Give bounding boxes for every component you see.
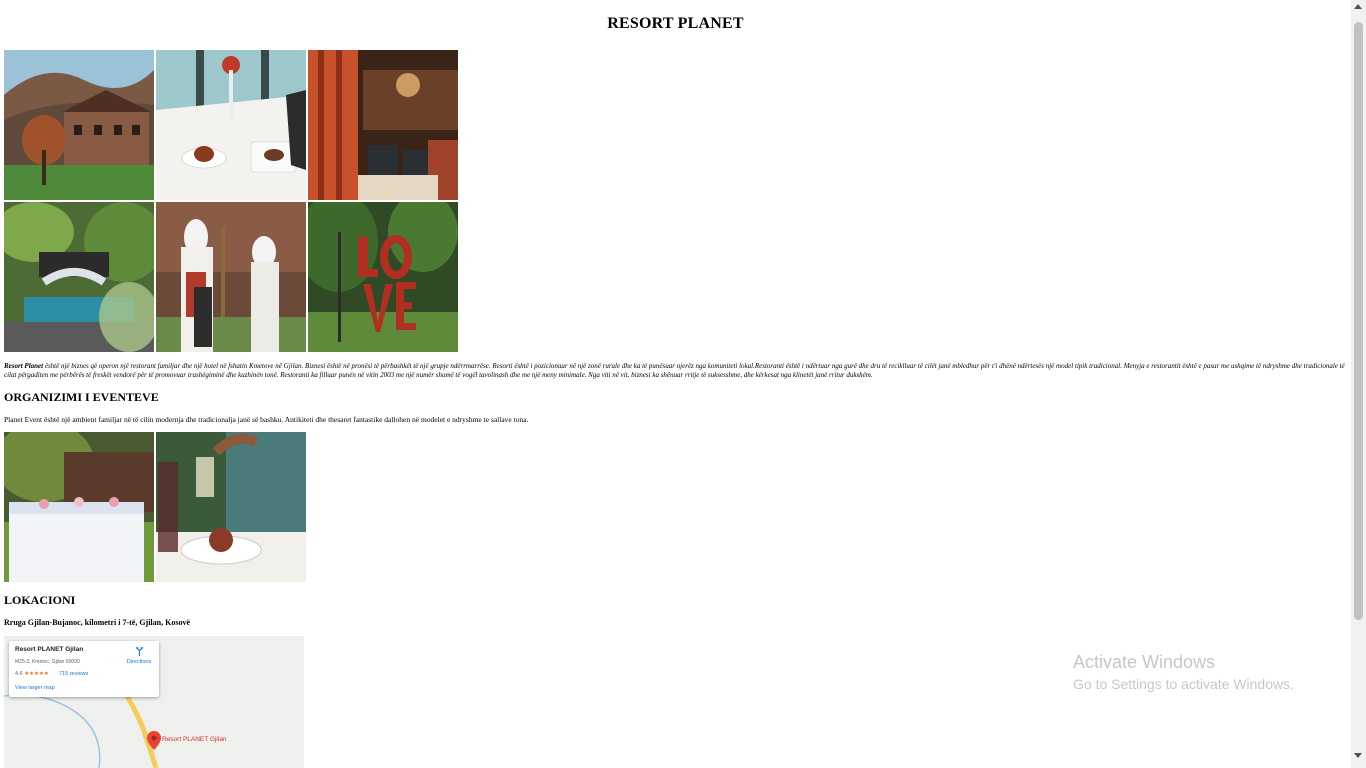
restaurant-interior-photo: [308, 50, 458, 200]
traditional-dress-photo: [156, 202, 306, 352]
resort-exterior-photo: [4, 50, 154, 200]
scroll-thumb[interactable]: [1354, 22, 1363, 620]
page-title: RESORT PLANET: [607, 15, 744, 32]
vertical-scrollbar[interactable]: [1351, 0, 1366, 768]
directions-icon: [135, 647, 143, 657]
event-table-photo: [4, 432, 154, 582]
view-larger-map-link[interactable]: View larger map: [15, 685, 55, 691]
intro-text: është një biznes që operon një restorant…: [4, 362, 1345, 379]
watermark-subtitle: Go to Settings to activate Windows.: [1073, 676, 1294, 692]
location-heading: LOKACIONI: [4, 593, 76, 607]
intro-paragraph: Resort Planet është një biznes që operon…: [4, 362, 1347, 380]
events-heading: ORGANIZIMI I EVENTEVE: [4, 390, 159, 404]
directions-button[interactable]: Directions: [123, 646, 155, 665]
watermark-title: Activate Windows: [1073, 652, 1216, 672]
map-place-name: Resort PLANET Gjilan: [15, 646, 84, 653]
map-pin-icon[interactable]: [147, 731, 161, 750]
pool-bridge-photo: [4, 202, 154, 352]
love-sculpture-photo: [308, 202, 458, 352]
map-rating-value: 4.6: [15, 671, 23, 677]
events-text: Planet Event është një ambient familjar …: [4, 415, 529, 424]
scroll-down-arrow-icon[interactable]: [1354, 753, 1362, 758]
map-stars: ★★★★★: [24, 671, 49, 677]
page: RESORT PLANET Resort Planet është një bi…: [0, 0, 1351, 768]
map-reviews-link[interactable]: 715 reviews: [59, 671, 88, 677]
map-place-card: Resort PLANET Gjilan M25-3, Kmetoc, Gjil…: [9, 641, 159, 697]
map-place-address: M25-3, Kmetoc, Gjilan 60000: [15, 659, 80, 665]
table-dessert-photo: [156, 50, 306, 200]
map-pin-label: Resort PLANET Gjilan: [162, 736, 227, 743]
embedded-map[interactable]: Resort PLANET Gjilan M25-3, Kmetoc, Gjil…: [4, 636, 304, 768]
directions-label: Directions: [126, 659, 152, 665]
intro-brand: Resort Planet: [4, 362, 44, 370]
map-rating: 4.6 ★★★★★: [15, 671, 49, 677]
windows-activation-watermark: Activate Windows Go to Settings to activ…: [1073, 651, 1294, 694]
event-dinner-photo: [156, 432, 306, 582]
scroll-up-arrow-icon[interactable]: [1354, 4, 1362, 9]
location-address: Rruga Gjilan-Bujanoc, kilometri i 7-të, …: [4, 618, 190, 627]
